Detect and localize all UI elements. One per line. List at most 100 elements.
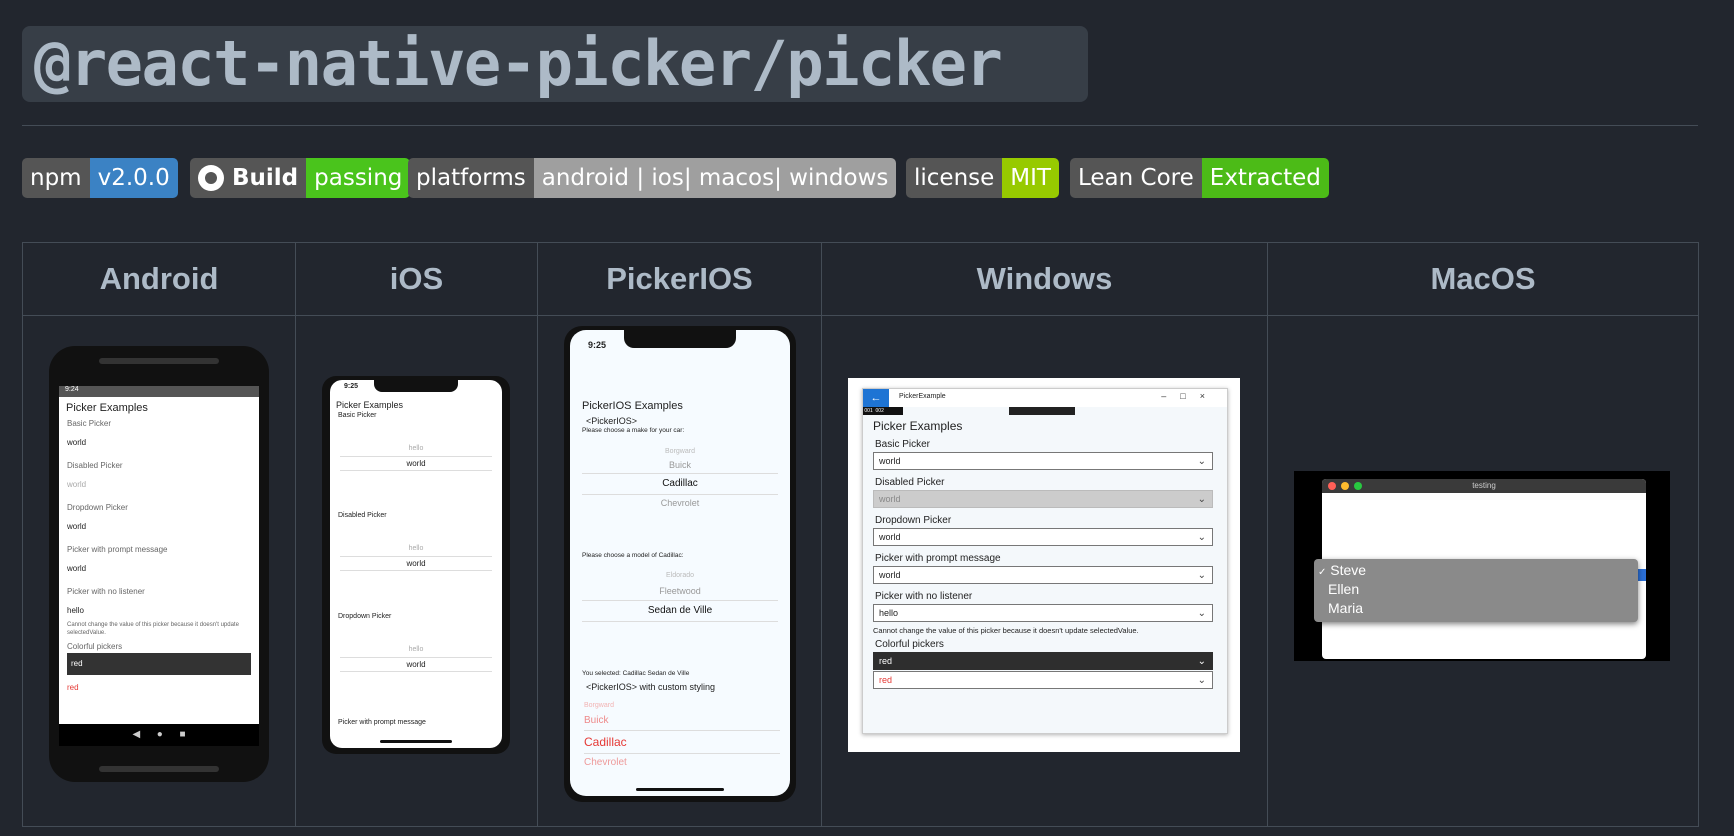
- macos-picker-menu[interactable]: ✓ Steve Ellen Maria: [1314, 559, 1638, 622]
- android-picker-colorful-dark[interactable]: red: [67, 653, 251, 675]
- lean-core-badge-value: Extracted: [1201, 158, 1329, 198]
- npm-badge-label: npm: [22, 158, 90, 198]
- android-colorful-label: Colorful pickers: [67, 642, 123, 651]
- pickerios-notch: [624, 330, 736, 348]
- pickerios-selected-text: You selected: Cadillac Sedan de Ville: [582, 670, 690, 677]
- npm-badge[interactable]: npm v2.0.0: [22, 158, 178, 198]
- list-item: Sedan de Ville: [582, 601, 778, 622]
- windows-title-bar: ← PickerExample –□×: [863, 389, 1227, 407]
- windows-picker-nolistener[interactable]: hello ⌄: [873, 604, 1213, 622]
- title-divider: [22, 125, 1698, 126]
- android-label: Disabled Picker: [67, 461, 123, 470]
- chevron-down-icon: ⌄: [1197, 608, 1206, 619]
- checkmark-icon: ✓: [1318, 567, 1327, 578]
- ios-heading: Picker Examples: [336, 400, 404, 410]
- android-label: Dropdown Picker: [67, 503, 128, 512]
- macos-menu-item-steve[interactable]: ✓ Steve: [1318, 562, 1366, 578]
- ios-picker-basic[interactable]: world: [340, 456, 492, 471]
- list-item: Buick: [584, 715, 609, 726]
- header-ios: iOS: [295, 242, 538, 316]
- windows-picker-dropdown[interactable]: world ⌄: [873, 528, 1213, 546]
- windows-counter: 001: [864, 408, 873, 414]
- windows-label: Disabled Picker: [875, 477, 945, 488]
- windows-picker-value: red: [879, 675, 893, 685]
- android-picker-nolistener[interactable]: hello: [67, 604, 251, 617]
- pickerios-styled-wheel[interactable]: Borgward Buick Cadillac Chevrolet: [584, 700, 780, 772]
- ios-notch: [374, 380, 458, 392]
- license-badge[interactable]: license MIT: [906, 158, 1059, 198]
- macos-title-bar: testing: [1322, 479, 1646, 493]
- windows-counter: 002: [875, 408, 884, 414]
- ios-picker-disabled: world: [340, 556, 492, 571]
- table-row: 9:24 Picker Examples Basic Picker world …: [22, 315, 1699, 827]
- title-block: @react-native-picker/picker: [22, 26, 1088, 102]
- macos-menu-item-ellen[interactable]: Ellen: [1328, 581, 1359, 597]
- windows-debug-bar: [1009, 407, 1075, 415]
- pickerios-model-wheel[interactable]: Eldorado Fleetwood Sedan de Ville: [582, 570, 778, 622]
- macos-menu-item-maria[interactable]: Maria: [1328, 600, 1363, 616]
- list-item: Cadillac: [584, 730, 780, 754]
- windows-screenshot: ← PickerExample –□× 001 002 Picker Examp…: [848, 378, 1240, 752]
- ios-label: Basic Picker: [338, 412, 377, 419]
- android-list: Basic Picker world Disabled Picker world…: [67, 417, 251, 694]
- windows-label: Picker with prompt message: [875, 553, 1001, 564]
- windows-picker-value: world: [879, 570, 901, 580]
- lean-core-badge-label: Lean Core: [1070, 158, 1202, 198]
- android-time: 9:24: [65, 386, 79, 393]
- android-note: Cannot change the value of this picker b…: [67, 622, 239, 636]
- pickerios-model-prompt: Please choose a model of Cadillac:: [582, 552, 684, 559]
- pickerios-make-wheel[interactable]: Borgward Buick Cadillac Chevrolet: [582, 447, 778, 511]
- windows-picker-basic[interactable]: world ⌄: [873, 452, 1213, 470]
- platforms-badge[interactable]: platforms android | ios| macos| windows: [408, 158, 897, 198]
- header-windows: Windows: [821, 242, 1268, 316]
- windows-note: Cannot change the value of this picker b…: [873, 626, 1139, 635]
- android-picker-dropdown[interactable]: world: [67, 520, 251, 533]
- menu-item-label: Steve: [1330, 562, 1367, 578]
- list-item: Borgward: [665, 448, 695, 455]
- ios-wheel-above: hello: [408, 646, 424, 653]
- lean-core-badge[interactable]: Lean Core Extracted: [1070, 158, 1329, 198]
- list-item: Eldorado: [665, 572, 695, 579]
- chevron-down-icon: ⌄: [1197, 456, 1206, 467]
- github-icon: [198, 165, 224, 191]
- chevron-down-icon: ⌄: [1197, 570, 1206, 581]
- back-icon[interactable]: ←: [863, 389, 889, 407]
- android-picker-basic[interactable]: world: [67, 436, 251, 449]
- macos-window-title: testing: [1472, 481, 1496, 490]
- android-speaker: [99, 358, 219, 364]
- windows-window: ← PickerExample –□× 001 002 Picker Examp…: [862, 388, 1228, 734]
- windows-picker-colorful-light[interactable]: red ⌄: [873, 671, 1213, 689]
- ios-screen: 9:25 Picker Examples Basic Picker hello …: [330, 380, 502, 748]
- ios-picker-dropdown[interactable]: world: [340, 657, 492, 672]
- ios-wheel-above: hello: [408, 545, 424, 552]
- window-controls[interactable]: –□×: [1161, 391, 1219, 401]
- header-macos: MacOS: [1267, 242, 1699, 316]
- zoom-icon[interactable]: [1354, 482, 1362, 490]
- pickerios-heading: PickerIOS Examples: [582, 400, 683, 412]
- android-nav-bar: ◀ ● ■: [59, 724, 259, 746]
- pickerios-screen: 9:25 PickerIOS Examples <PickerIOS> Plea…: [570, 330, 790, 796]
- chevron-down-icon: ⌄: [1197, 494, 1206, 505]
- build-badge[interactable]: Build passing: [190, 158, 411, 198]
- android-picker-colorful-light[interactable]: red: [67, 681, 251, 694]
- header-android: Android: [22, 242, 296, 316]
- table-header-row: Android iOS PickerIOS Windows MacOS: [22, 242, 1699, 316]
- android-picker-prompt[interactable]: world: [67, 562, 251, 575]
- windows-app-title: PickerExample: [899, 393, 946, 400]
- chevron-down-icon: ⌄: [1197, 656, 1206, 667]
- license-badge-label: license: [906, 158, 1003, 198]
- android-bottom-speaker: [99, 766, 219, 772]
- list-item: Buick: [668, 460, 691, 470]
- close-icon[interactable]: [1328, 482, 1336, 490]
- android-cell: 9:24 Picker Examples Basic Picker world …: [22, 315, 296, 827]
- minimize-icon[interactable]: [1341, 482, 1349, 490]
- windows-label: Dropdown Picker: [875, 515, 952, 526]
- windows-picker-colorful-dark[interactable]: red ⌄: [873, 652, 1213, 670]
- page-title: @react-native-picker/picker: [34, 27, 1003, 100]
- windows-picker-value: hello: [879, 608, 899, 618]
- windows-picker-value: world: [879, 532, 901, 542]
- windows-cell: ← PickerExample –□× 001 002 Picker Examp…: [821, 315, 1268, 827]
- list-item: Borgward: [584, 702, 614, 709]
- ios-label: Disabled Picker: [338, 512, 387, 519]
- windows-picker-prompt[interactable]: world ⌄: [873, 566, 1213, 584]
